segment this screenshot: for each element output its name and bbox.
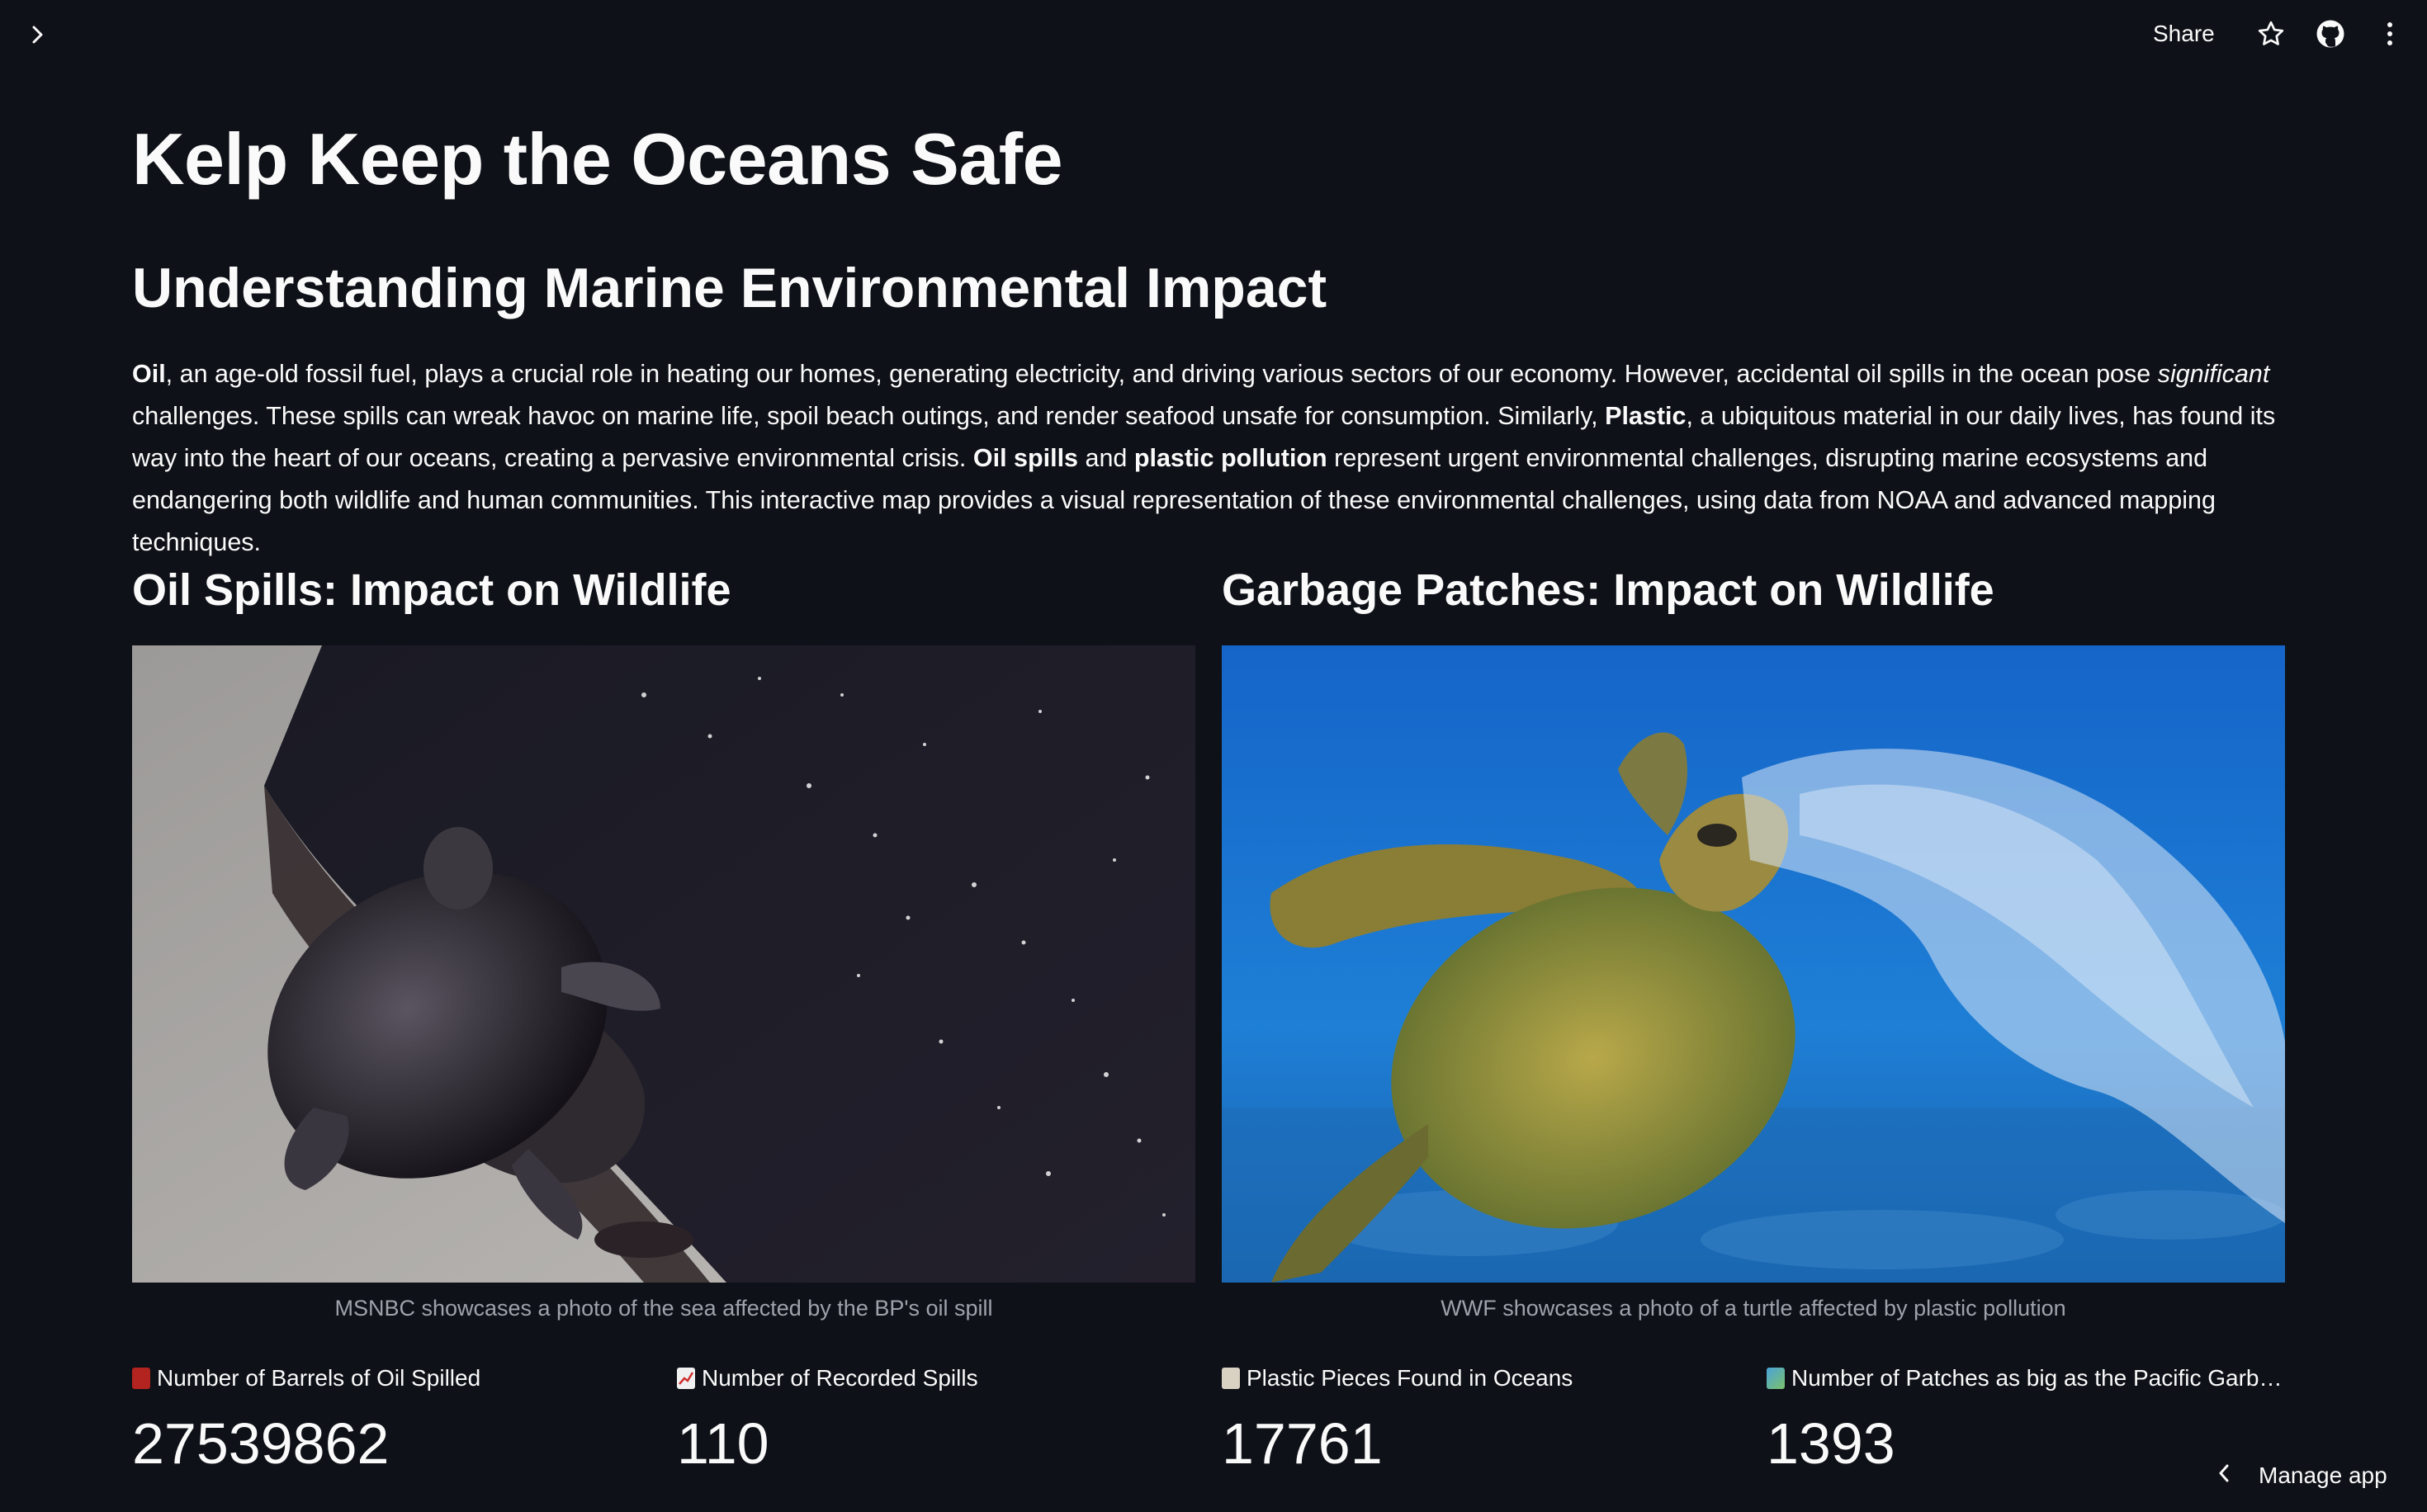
metric-value: 17761	[1222, 1411, 1383, 1476]
metric-label-text: Plastic Pieces Found in Oceans	[1247, 1365, 1573, 1391]
world-map-icon	[1767, 1368, 1785, 1389]
oil-drum-icon	[132, 1368, 150, 1389]
metric-label-text: Number of Recorded Spills	[702, 1365, 978, 1391]
metric-barrels-spilled: Number of Barrels of Oil Spilled 2753986…	[132, 1363, 660, 1472]
intro-italic-significant: significant	[2157, 360, 2270, 388]
metric-label: Number of Patches as big as the Pacific …	[1767, 1363, 2295, 1393]
intro-text: , an age-old fossil fuel, plays a crucia…	[165, 360, 2158, 388]
oil-spills-column: Oil Spills: Impact on Wildlife MSNBC sho…	[132, 561, 1195, 1472]
metric-label: Number of Recorded Spills	[677, 1363, 1205, 1393]
plastic-photo-caption: WWF showcases a photo of a turtle affect…	[1441, 1296, 2066, 1321]
intro-bold-plastic-pollution: plastic pollution	[1133, 444, 1327, 472]
chevron-right-icon[interactable]	[21, 18, 54, 51]
section-subtitle: Understanding Marine Environmental Impac…	[132, 257, 1327, 319]
intro-bold-plastic: Plastic	[1605, 402, 1687, 430]
intro-bold-oil-spills: Oil spills	[972, 444, 1079, 472]
metric-garbage-patches: Number of Patches as big as the Pacific …	[1767, 1363, 2295, 1472]
metric-label: Number of Barrels of Oil Spilled	[132, 1363, 660, 1393]
metric-value: 27539862	[132, 1411, 390, 1476]
share-button[interactable]: Share	[2153, 17, 2215, 51]
star-icon[interactable]	[2254, 17, 2288, 51]
metric-label: Plastic Pieces Found in Oceans	[1222, 1363, 1750, 1393]
metric-label-text: Number of Patches as big as the Pacific …	[1791, 1365, 2283, 1391]
more-vertical-icon[interactable]	[2373, 17, 2407, 51]
metric-value: 1393	[1767, 1411, 1895, 1476]
oil-photo-caption: MSNBC showcases a photo of the sea affec…	[334, 1296, 993, 1321]
intro-text: challenges. These spills can wreak havoc…	[132, 402, 1606, 430]
metric-plastic-pieces: Plastic Pieces Found in Oceans 17761	[1222, 1363, 1750, 1472]
intro-bold-oil: Oil	[132, 360, 166, 388]
chevron-left-icon	[2217, 1462, 2231, 1489]
oil-spills-heading: Oil Spills: Impact on Wildlife	[132, 565, 731, 615]
oil-spill-turtle-photo	[132, 645, 1195, 1283]
metric-recorded-spills: Number of Recorded Spills 110	[677, 1363, 1205, 1472]
garbage-patches-column: Garbage Patches: Impact on Wildlife WWF …	[1222, 561, 2285, 1472]
page-title: Kelp Keep the Oceans Safe	[132, 118, 1063, 200]
app-header: Share	[0, 0, 2427, 74]
github-icon[interactable]	[2313, 17, 2348, 51]
intro-text: and	[1078, 444, 1134, 472]
plastic-bottle-icon	[1222, 1368, 1240, 1389]
garbage-patches-heading: Garbage Patches: Impact on Wildlife	[1222, 565, 1994, 615]
plastic-turtle-photo	[1222, 645, 2285, 1283]
metric-label-text: Number of Barrels of Oil Spilled	[157, 1365, 481, 1391]
chart-increasing-icon	[677, 1368, 695, 1389]
intro-paragraph: Oil, an age-old fossil fuel, plays a cru…	[132, 353, 2287, 564]
manage-app-button[interactable]: Manage app	[2217, 1458, 2387, 1494]
manage-app-label: Manage app	[2259, 1462, 2387, 1488]
metric-value: 110	[677, 1411, 769, 1476]
